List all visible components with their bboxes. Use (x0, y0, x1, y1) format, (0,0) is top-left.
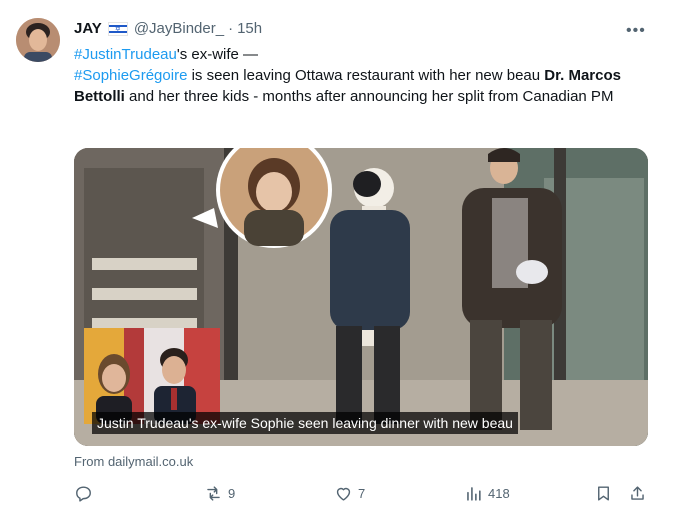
like-count: 7 (358, 486, 366, 501)
author-handle[interactable]: @JayBinder_ (134, 20, 224, 37)
reply-button[interactable] (74, 484, 93, 503)
photo-illustration (74, 148, 648, 446)
tweet-text-segment: 's ex-wife — (176, 46, 259, 63)
share-button[interactable] (628, 484, 647, 503)
bookmark-icon (598, 486, 609, 501)
repost-count: 9 (228, 486, 236, 501)
tweet-card[interactable]: JAY ✡ @JayBinder_ · 15h ••• #JustinTrude… (0, 0, 680, 530)
avatar[interactable] (16, 18, 60, 62)
views-chart-icon (467, 487, 481, 501)
tweet-text-segment: is seen leaving Ottawa restaurant with h… (187, 67, 545, 84)
separator-dot: · (228, 20, 234, 37)
hashtag-justintrudeau[interactable]: #JustinTrudeau (74, 46, 177, 63)
repost-button[interactable]: 9 (204, 484, 235, 503)
israel-flag-icon: ✡ (107, 21, 128, 36)
share-icon (631, 486, 644, 500)
link-source[interactable]: From dailymail.co.uk (74, 454, 193, 469)
reply-icon (76, 486, 91, 502)
media-caption: Justin Trudeau's ex-wife Sophie seen lea… (92, 412, 518, 434)
repost-icon (207, 486, 220, 501)
tweet-header: JAY ✡ @JayBinder_ · 15h (74, 20, 262, 37)
tweet-text: #JustinTrudeau's ex-wife — #SophieGrégoi… (74, 44, 654, 107)
action-bar: 9 7 418 (74, 484, 654, 508)
views-count: 418 (488, 486, 510, 501)
bookmark-button[interactable] (594, 484, 613, 503)
heart-icon (336, 487, 351, 501)
more-options-icon[interactable]: ••• (626, 22, 646, 40)
tweet-text-segment: and her three kids - months after announ… (124, 88, 614, 105)
hashtag-sophiegregoire[interactable]: #SophieGrégoire (74, 67, 187, 84)
author-name[interactable]: JAY (74, 20, 102, 37)
media-image[interactable]: Justin Trudeau's ex-wife Sophie seen lea… (74, 148, 648, 446)
views-button[interactable]: 418 (464, 484, 510, 503)
timestamp[interactable]: 15h (237, 20, 262, 37)
like-button[interactable]: 7 (334, 484, 365, 503)
